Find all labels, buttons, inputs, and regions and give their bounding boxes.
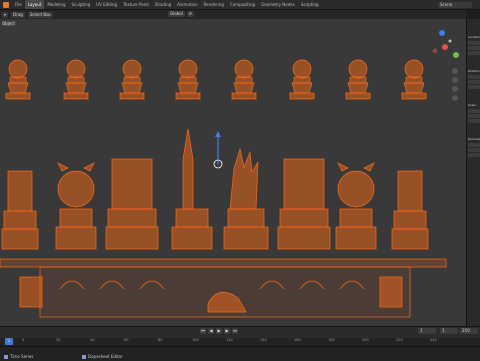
tab-modeling[interactable]: Modeling — [44, 0, 68, 9]
tick-label: 160 — [294, 338, 301, 342]
timeline-ruler[interactable]: 0 20 40 60 80 100 120 140 160 180 200 22… — [0, 338, 480, 346]
next-keyframe-icon[interactable]: ▶ — [224, 328, 230, 334]
playback-controls: ⏮ ◀ ▶ ▶ ⏭ — [200, 328, 238, 334]
tab-compositing[interactable]: Compositing — [227, 0, 258, 9]
viewport-scene[interactable] — [0, 19, 466, 326]
rotation-z-field[interactable] — [468, 85, 480, 89]
global-dropdown[interactable]: Global — [168, 11, 185, 17]
scene-selector[interactable]: Scene — [438, 2, 472, 8]
rotation-label: Rotation — [468, 69, 480, 73]
drag-button[interactable]: Drag — [11, 11, 25, 18]
tick-label: 40 — [90, 338, 95, 342]
editor-footer: Time Series Dopesheet Editor — [0, 346, 480, 361]
end-frame-field[interactable]: 250 — [460, 328, 478, 334]
board-base — [0, 258, 447, 318]
tab-sculpting[interactable]: Sculpting — [69, 0, 94, 9]
transform-orientation: Global ⟳ — [168, 11, 195, 17]
start-frame-field[interactable]: 1 — [440, 328, 458, 334]
pawn-piece — [345, 59, 371, 100]
scale-z-field[interactable] — [468, 119, 480, 123]
tab-animation[interactable]: Animation — [174, 0, 200, 9]
front-row-pieces — [1, 128, 429, 250]
properties-sidebar[interactable]: Location Rotation Scale Dimensions — [466, 19, 480, 326]
3d-viewport[interactable]: Object — [0, 19, 466, 326]
current-frame-field[interactable]: 1 — [418, 328, 436, 334]
tab-file[interactable]: File — [12, 0, 25, 9]
pawn-piece — [63, 59, 89, 100]
tab-layout[interactable]: Layout — [24, 0, 45, 9]
rotation-x-field[interactable] — [468, 75, 480, 79]
knight-piece — [55, 162, 97, 250]
rook-piece — [391, 170, 429, 250]
dimension-z-field[interactable] — [468, 153, 480, 157]
rotation-y-field[interactable] — [468, 80, 480, 84]
location-z-field[interactable] — [468, 51, 480, 55]
pawn-piece — [119, 59, 145, 100]
scale-x-field[interactable] — [468, 109, 480, 113]
pawn-piece — [401, 59, 427, 100]
tick-label: 20 — [56, 338, 61, 342]
tick-label: 60 — [124, 338, 129, 342]
prev-keyframe-icon[interactable]: ◀ — [208, 328, 214, 334]
king-piece — [171, 128, 213, 250]
dimension-x-field[interactable] — [468, 143, 480, 147]
select-box-button[interactable]: Select Box — [27, 11, 53, 18]
tab-uv-editing[interactable]: UV Editing — [93, 0, 120, 9]
tab-shading[interactable]: Shading — [152, 0, 174, 9]
location-y-field[interactable] — [468, 46, 480, 50]
tab-texture-paint[interactable]: Texture Paint — [120, 0, 152, 9]
dimensions-label: Dimensions — [468, 137, 480, 141]
editor-type-button[interactable]: ▾ — [2, 11, 9, 18]
tick-label: 100 — [192, 338, 199, 342]
scale-label: Scale — [468, 103, 477, 107]
pivot-icon[interactable]: ⟳ — [186, 11, 195, 17]
tab-rendering[interactable]: Rendering — [201, 0, 227, 9]
navigation-gizmo — [432, 30, 459, 58]
pawn-piece — [5, 59, 31, 100]
tool-header: ▾ Drag Select Box — [0, 10, 466, 19]
tick-label: 140 — [260, 338, 267, 342]
tab-scripting[interactable]: Scripting — [298, 0, 322, 9]
tick-label: 240 — [430, 338, 437, 342]
tick-label: 80 — [158, 338, 163, 342]
tab-geometry-nodes[interactable]: Geometry Nodes — [258, 0, 298, 9]
jump-start-icon[interactable]: ⏮ — [200, 328, 206, 334]
tick-label: 180 — [328, 338, 335, 342]
transform-gizmo — [213, 131, 223, 169]
queen-piece — [223, 147, 269, 250]
playhead[interactable]: 1 — [5, 338, 13, 345]
dimension-y-field[interactable] — [468, 148, 480, 152]
blender-logo-icon[interactable] — [3, 1, 9, 8]
tick-label: 220 — [396, 338, 403, 342]
pawn-piece — [175, 59, 201, 100]
play-icon[interactable]: ▶ — [216, 328, 222, 334]
tick-label: 200 — [362, 338, 369, 342]
viewport-nav-buttons — [452, 68, 458, 101]
workspace-tabs: File Layout Modeling Sculpting UV Editin… — [0, 0, 480, 10]
rook-piece — [1, 170, 39, 250]
pawn-piece — [289, 59, 315, 100]
tick-label: 0 — [22, 338, 25, 342]
object-mode-label[interactable]: Object — [2, 21, 15, 26]
tick-label: 120 — [226, 338, 233, 342]
bishop-piece — [105, 158, 159, 250]
location-label: Location — [468, 35, 480, 39]
pawn-piece — [231, 59, 257, 100]
scale-y-field[interactable] — [468, 114, 480, 118]
jump-end-icon[interactable]: ⏭ — [232, 328, 238, 334]
back-row-pieces — [5, 59, 427, 100]
knight-piece — [335, 162, 377, 250]
bishop-piece — [277, 158, 331, 250]
location-x-field[interactable] — [468, 41, 480, 45]
